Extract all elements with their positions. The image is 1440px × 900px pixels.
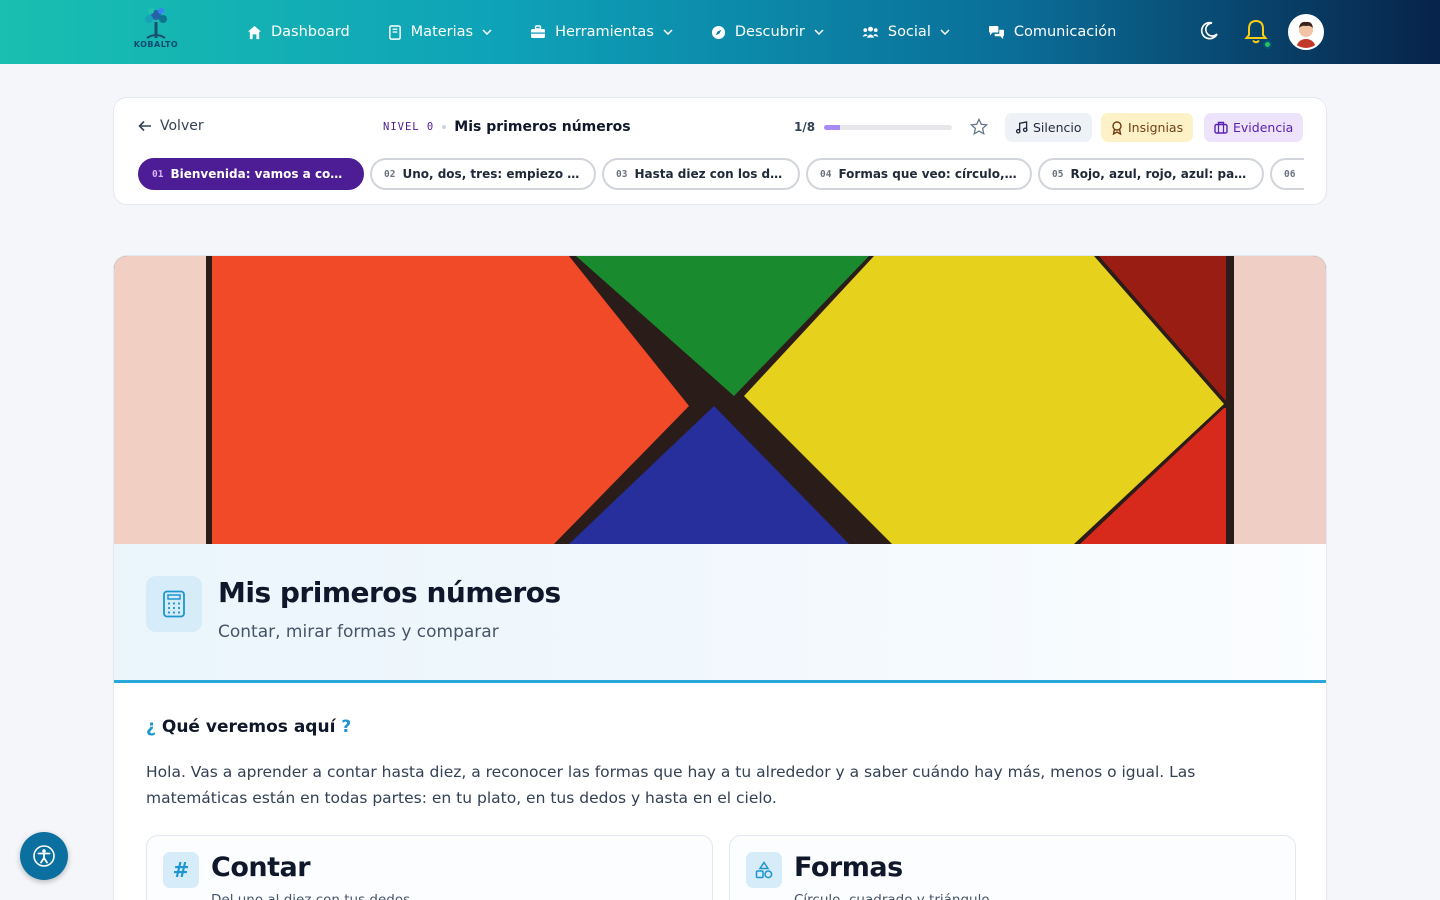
- chapter-title: Bienvenida: vamos a contar...: [170, 167, 350, 181]
- lesson-title: Mis primeros números: [454, 119, 631, 135]
- accessibility-icon: [33, 845, 55, 867]
- nav-label: Social: [887, 24, 931, 40]
- logo-text: KOBALTO: [133, 40, 179, 49]
- main-nav: Dashboard Materias Herramientas Descubri…: [247, 0, 1154, 64]
- hero-subtitle: Contar, mirar formas y comparar: [218, 622, 499, 642]
- shapes-icon: [746, 852, 782, 888]
- compass-icon: [711, 25, 725, 39]
- topic-subtitle: Círculo, cuadrado y triángulo: [794, 892, 990, 900]
- chapter-number: 06: [1284, 168, 1296, 180]
- evidencia-button[interactable]: Evidencia: [1204, 113, 1304, 142]
- topic-title: Contar: [211, 852, 311, 883]
- chapter-tab[interactable]: 05 Rojo, azul, rojo, azul: patron...: [1038, 158, 1264, 190]
- nav-materias[interactable]: Materias: [388, 24, 492, 40]
- star-icon[interactable]: [970, 118, 988, 136]
- open-question-mark: ¿: [146, 717, 156, 737]
- nav-label: Herramientas: [555, 24, 654, 40]
- chapter-list: 01 Bienvenida: vamos a contar... 02 Uno, d…: [138, 158, 1304, 190]
- evidencia-label: Evidencia: [1233, 120, 1294, 135]
- top-navbar: KOBALTO Dashboard Materias Herramientas …: [0, 0, 1440, 64]
- back-label: Volver: [160, 118, 204, 134]
- topic-card-formas[interactable]: Formas Círculo, cuadrado y triángulo: [729, 835, 1296, 900]
- chevron-down-icon: [940, 29, 950, 35]
- nav-label: Materias: [410, 24, 474, 40]
- insignias-label: Insignias: [1128, 120, 1184, 135]
- nav-descubrir[interactable]: Descubrir: [711, 24, 824, 40]
- nav-herramientas[interactable]: Herramientas: [530, 24, 673, 40]
- calculator-badge: [146, 576, 202, 632]
- back-button[interactable]: Volver: [138, 118, 204, 134]
- chapter-number: 03: [616, 168, 628, 180]
- chapter-number: 01: [152, 168, 164, 180]
- close-question-mark: ?: [341, 717, 352, 737]
- chapter-tab[interactable]: 06: [1270, 158, 1304, 190]
- hero-title: Mis primeros números: [218, 576, 561, 609]
- lesson-progress: 1/8: [794, 120, 953, 134]
- users-icon: [862, 26, 879, 38]
- online-status-dot: [1263, 40, 1272, 49]
- avatar-icon: [1290, 16, 1322, 48]
- lesson-content-card: Mis primeros números Contar, mirar forma…: [113, 255, 1327, 900]
- notifications-button[interactable]: [1244, 19, 1272, 49]
- section-heading-text: Qué veremos aquí: [161, 717, 336, 737]
- toolbox-icon: [531, 25, 546, 38]
- insignias-button[interactable]: Insignias: [1101, 113, 1194, 142]
- chapter-number: 04: [820, 168, 832, 180]
- topic-card-contar[interactable]: # Contar Del uno al diez con tus dedos: [146, 835, 713, 900]
- tree-logo-icon: [145, 8, 167, 39]
- arrow-left-icon: [138, 120, 151, 132]
- briefcase-icon: [1214, 121, 1228, 134]
- nav-label: Comunicación: [1013, 24, 1117, 40]
- chapter-tab[interactable]: 02 Uno, dos, tres: empiezo a c...: [370, 158, 596, 190]
- lesson-header-card: Volver NIVEL 0 Mis primeros números 1/8 …: [113, 97, 1327, 205]
- chevron-down-icon: [814, 29, 824, 35]
- chapter-title: Hasta diez con los dedos: [634, 167, 786, 181]
- progress-bar: [824, 124, 953, 130]
- progress-fill: [824, 124, 841, 130]
- accessibility-button[interactable]: [20, 832, 68, 880]
- lesson-title-block: NIVEL 0 Mis primeros números: [383, 119, 631, 135]
- topic-subtitle: Del uno al diez con tus dedos: [211, 892, 411, 900]
- calculator-icon: [163, 590, 185, 618]
- colored-blocks-image: [114, 256, 1326, 544]
- chevron-down-icon: [663, 29, 673, 35]
- progress-text: 1/8: [794, 120, 816, 134]
- silencio-label: Silencio: [1033, 120, 1082, 135]
- chapter-tab[interactable]: 01 Bienvenida: vamos a contar...: [138, 158, 364, 190]
- nav-social[interactable]: Social: [862, 24, 950, 40]
- award-icon: [1112, 120, 1122, 135]
- chapter-title: Rojo, azul, rojo, azul: patron...: [1070, 167, 1250, 181]
- chapter-tab[interactable]: 04 Formas que veo: círculo, cu...: [806, 158, 1032, 190]
- chapter-title: Uno, dos, tres: empiezo a c...: [402, 167, 582, 181]
- level-badge: NIVEL 0: [383, 121, 435, 133]
- moon-icon[interactable]: [1199, 21, 1219, 41]
- chapter-number: 02: [384, 168, 396, 180]
- kobalto-logo[interactable]: KOBALTO: [130, 6, 182, 58]
- user-avatar[interactable]: [1288, 14, 1324, 50]
- nav-label: Descubrir: [734, 24, 805, 40]
- topic-title: Formas: [794, 852, 903, 883]
- nav-comunicacion[interactable]: Comunicación: [988, 24, 1116, 40]
- chapter-number: 05: [1052, 168, 1064, 180]
- book-icon: [388, 24, 401, 40]
- section-heading: ¿ Qué veremos aquí ?: [146, 717, 357, 737]
- nav-dashboard[interactable]: Dashboard: [247, 24, 350, 40]
- hash-icon: #: [163, 852, 199, 888]
- nav-label: Dashboard: [271, 24, 350, 40]
- silencio-button[interactable]: Silencio: [1005, 113, 1092, 142]
- home-icon: [247, 25, 262, 39]
- chapter-title: Formas que veo: círculo, cu...: [838, 167, 1018, 181]
- chevron-down-icon: [482, 29, 492, 35]
- separator-dot: [442, 125, 447, 129]
- lesson-hero-header: Mis primeros números Contar, mirar forma…: [114, 544, 1326, 683]
- chapter-tab[interactable]: 03 Hasta diez con los dedos: [602, 158, 800, 190]
- intro-paragraph: Hola. Vas a aprender a contar hasta diez…: [146, 763, 1196, 807]
- chat-icon: [988, 25, 1004, 39]
- music-note-icon: [1015, 121, 1028, 134]
